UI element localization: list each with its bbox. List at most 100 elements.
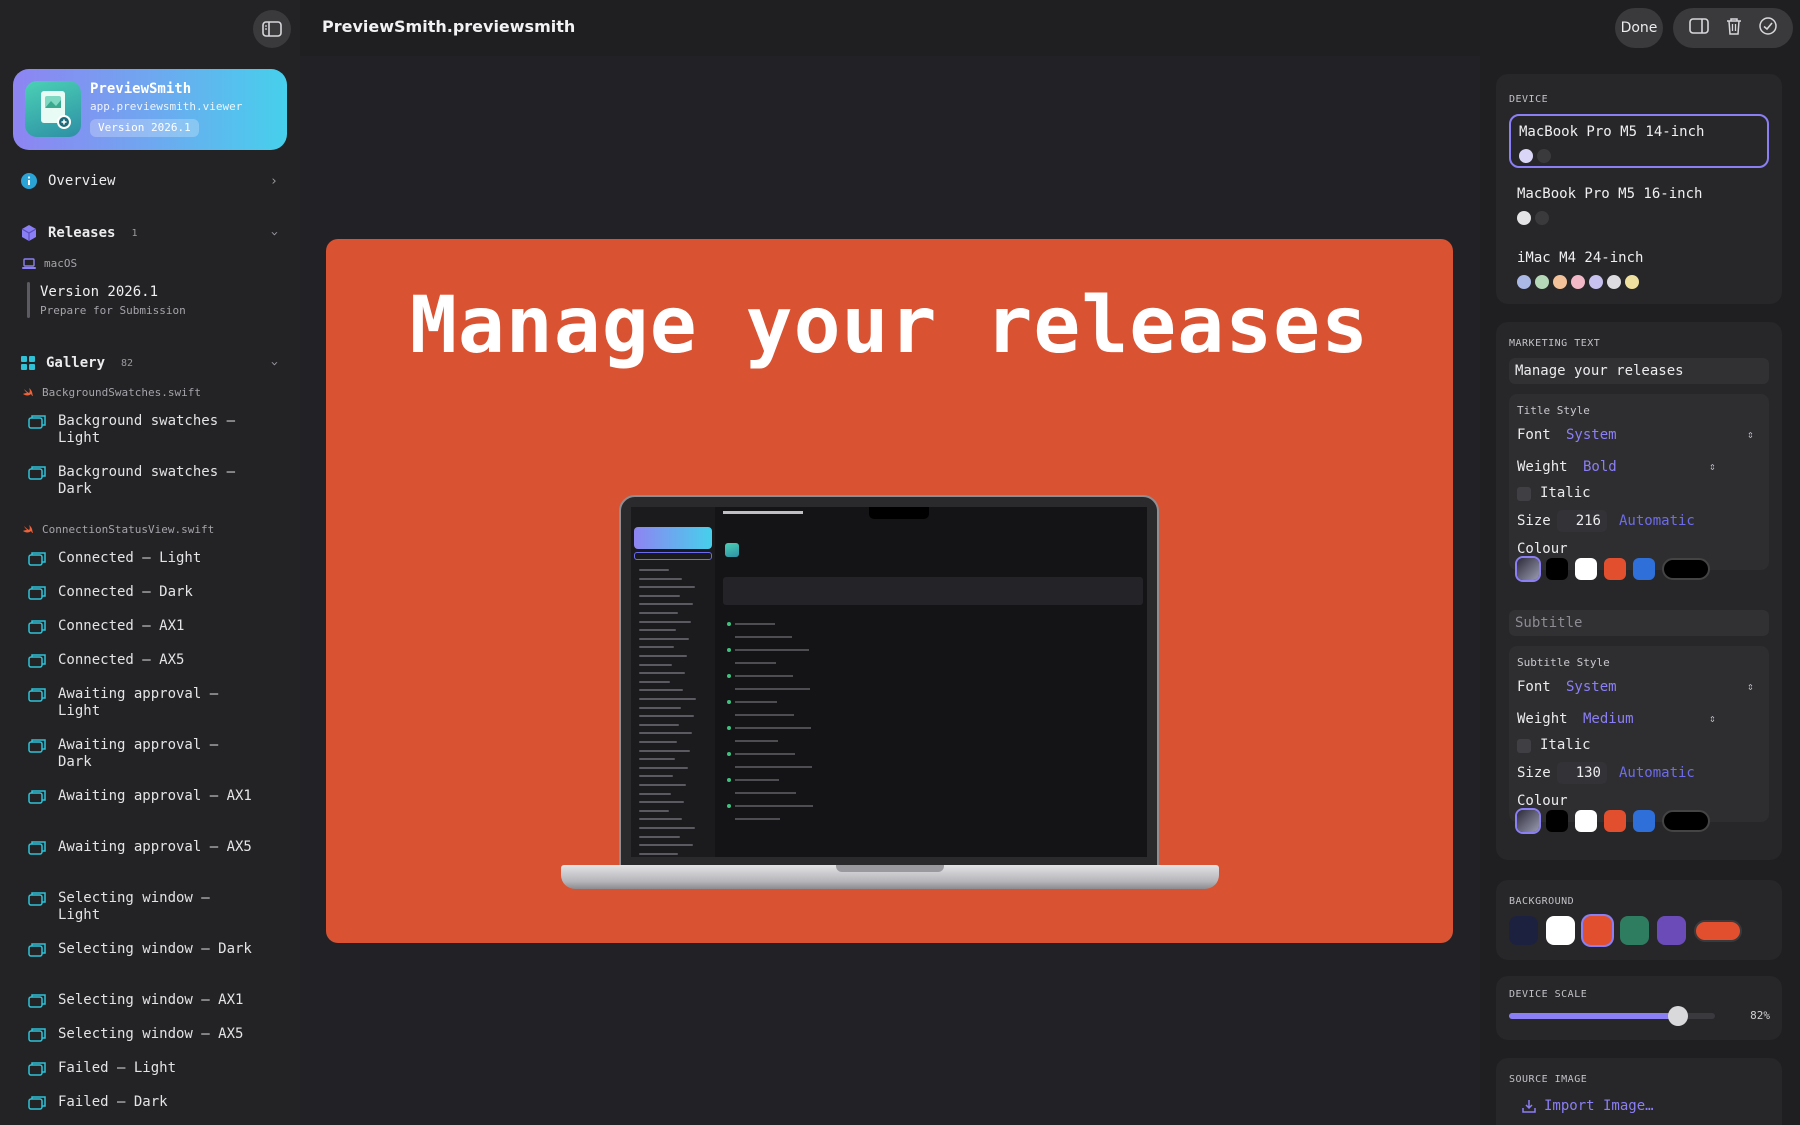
title-italic-checkbox[interactable] — [1517, 487, 1531, 501]
device-colour-dot[interactable] — [1517, 211, 1531, 225]
subtitle-font-popup[interactable]: System — [1566, 679, 1617, 695]
gallery-item[interactable]: Awaiting approval – Light — [28, 686, 258, 720]
chevron-updown-icon[interactable]: ⇕ — [1709, 712, 1716, 725]
gallery-item[interactable]: Selecting window – Dark — [28, 941, 258, 958]
device-colour-dot[interactable] — [1535, 275, 1549, 289]
device-option[interactable]: MacBook Pro M5 14-inch — [1509, 114, 1769, 168]
colour-swatch[interactable] — [1604, 810, 1626, 832]
gallery-item[interactable]: Selecting window – Light — [28, 890, 258, 924]
colour-swatch[interactable] — [1546, 558, 1568, 580]
device-colour-dot[interactable] — [1625, 275, 1639, 289]
sidebar-toggle-button[interactable] — [253, 10, 291, 48]
device-colour-dot[interactable] — [1535, 211, 1549, 225]
title-font-popup[interactable]: System — [1566, 427, 1617, 443]
gallery-item-label: Awaiting approval – AX5 — [58, 839, 252, 855]
gallery-item[interactable]: Connected – AX1 — [28, 618, 258, 635]
device-colour-dot[interactable] — [1553, 275, 1567, 289]
device-colour-dot[interactable] — [1589, 275, 1603, 289]
gallery-item[interactable]: Awaiting approval – AX1 — [28, 788, 258, 805]
subtitle-text-field[interactable]: Subtitle — [1509, 610, 1769, 636]
thumbnail-checklist-line — [735, 792, 796, 794]
subtitle-colour-swatches — [1517, 810, 1710, 832]
colour-swatch[interactable] — [1546, 810, 1568, 832]
background-swatch[interactable] — [1620, 916, 1649, 945]
sidebar-section-releases[interactable]: Releases 1 › — [20, 224, 281, 242]
slider-knob[interactable] — [1667, 1006, 1688, 1026]
title-size-automatic[interactable]: Automatic — [1619, 513, 1695, 529]
colour-swatch[interactable] — [1575, 558, 1597, 580]
gallery-item[interactable]: Connected – AX5 — [28, 652, 258, 669]
background-swatch[interactable] — [1583, 916, 1612, 945]
custom-colour-well[interactable] — [1662, 810, 1710, 832]
custom-background-well[interactable] — [1694, 919, 1742, 942]
colour-swatch[interactable] — [1633, 810, 1655, 832]
releases-count: 1 — [131, 227, 138, 239]
background-swatch[interactable] — [1657, 916, 1686, 945]
title-text-field[interactable]: Manage your releases — [1509, 358, 1769, 384]
import-image-label: Import Image… — [1544, 1098, 1654, 1114]
gallery-item[interactable]: Connected – Dark — [28, 584, 258, 601]
gallery-item[interactable]: Failed – Dark — [28, 1094, 258, 1111]
sidebar-item-overview[interactable]: Overview › — [20, 172, 278, 190]
device-colour-dot[interactable] — [1537, 149, 1551, 163]
subtitle-size-automatic[interactable]: Automatic — [1619, 765, 1695, 781]
layers-icon — [28, 739, 46, 753]
marketing-poster[interactable]: Manage your releases — [326, 239, 1453, 943]
confirm-button[interactable] — [1758, 17, 1777, 39]
colour-swatch[interactable] — [1575, 810, 1597, 832]
title-size-field[interactable]: 216 — [1557, 510, 1607, 532]
subtitle-italic-label: Italic — [1540, 737, 1591, 753]
gallery-item[interactable]: Awaiting approval – AX5 — [28, 839, 258, 856]
thumbnail-sidebar-line — [639, 809, 669, 812]
custom-colour-well[interactable] — [1662, 558, 1710, 580]
gallery-item[interactable]: Background swatches – Dark — [28, 464, 258, 498]
gallery-item[interactable]: Connected – Light — [28, 550, 258, 567]
gallery-item-label: Selecting window – AX1 — [58, 992, 244, 1008]
thumbnail-sidebar-line — [639, 569, 669, 571]
device-colour-dot[interactable] — [1517, 275, 1531, 289]
release-version-item[interactable]: Version 2026.1 Prepare for Submission — [40, 284, 186, 317]
title-style-header: Title Style — [1517, 404, 1590, 417]
import-image-button[interactable]: Import Image… — [1522, 1098, 1654, 1114]
app-card[interactable]: PreviewSmith app.previewsmith.viewer Ver… — [13, 69, 287, 150]
colour-swatch[interactable] — [1633, 558, 1655, 580]
gallery-item[interactable]: Background swatches – Light — [28, 413, 258, 447]
thumbnail-sidebar-line — [639, 680, 670, 683]
gallery-item[interactable]: Selecting window – AX1 — [28, 992, 258, 1009]
sidebar-section-gallery[interactable]: Gallery 82 › — [20, 355, 281, 371]
inspector-toggle-button[interactable] — [1689, 18, 1710, 38]
background-swatch[interactable] — [1509, 916, 1538, 945]
device-option[interactable]: MacBook Pro M5 16-inch — [1509, 178, 1769, 232]
gallery-item[interactable]: Failed – Light — [28, 1060, 258, 1077]
device-colour-dot[interactable] — [1519, 149, 1533, 163]
subtitle-size-field[interactable]: 130 — [1557, 762, 1607, 784]
delete-button[interactable] — [1726, 17, 1742, 39]
colour-swatch[interactable] — [1604, 558, 1626, 580]
gradient-colour-swatch[interactable] — [1517, 558, 1539, 580]
thumbnail-check-dot — [727, 700, 731, 704]
background-swatch[interactable] — [1546, 916, 1575, 945]
device-colour-dot[interactable] — [1607, 275, 1621, 289]
gallery-item-label: Selecting window – AX5 — [58, 1026, 244, 1042]
title-weight-popup[interactable]: Bold — [1583, 459, 1617, 475]
thumbnail-sidebar-line — [639, 749, 690, 752]
thumbnail-checklist-line — [735, 805, 813, 807]
chevron-updown-icon[interactable]: ⇕ — [1709, 460, 1716, 473]
device-scale-slider[interactable] — [1509, 1006, 1715, 1026]
subtitle-italic-checkbox[interactable] — [1517, 739, 1531, 753]
inspector-panel: DEVICE MacBook Pro M5 14-inch MacBook Pro… — [1480, 56, 1800, 1125]
device-colour-dot[interactable] — [1571, 275, 1585, 289]
thumbnail-check-dot — [727, 622, 731, 626]
chevron-updown-icon[interactable]: ⇕ — [1747, 428, 1754, 441]
gallery-item[interactable]: Awaiting approval – Dark — [28, 737, 258, 771]
device-option[interactable]: iMac M4 24-inch — [1509, 242, 1769, 296]
gallery-item-label: Selecting window – Light — [58, 890, 210, 923]
subtitle-weight-popup[interactable]: Medium — [1583, 711, 1634, 727]
device-colour-row — [1517, 275, 1639, 289]
chevron-updown-icon[interactable]: ⇕ — [1747, 680, 1754, 693]
gradient-colour-swatch[interactable] — [1517, 810, 1539, 832]
done-button[interactable]: Done — [1615, 8, 1663, 48]
device-option-name: iMac M4 24-inch — [1517, 250, 1644, 266]
gallery-item[interactable]: Selecting window – AX5 — [28, 1026, 258, 1043]
thumbnail-sidebar-line — [639, 586, 695, 589]
